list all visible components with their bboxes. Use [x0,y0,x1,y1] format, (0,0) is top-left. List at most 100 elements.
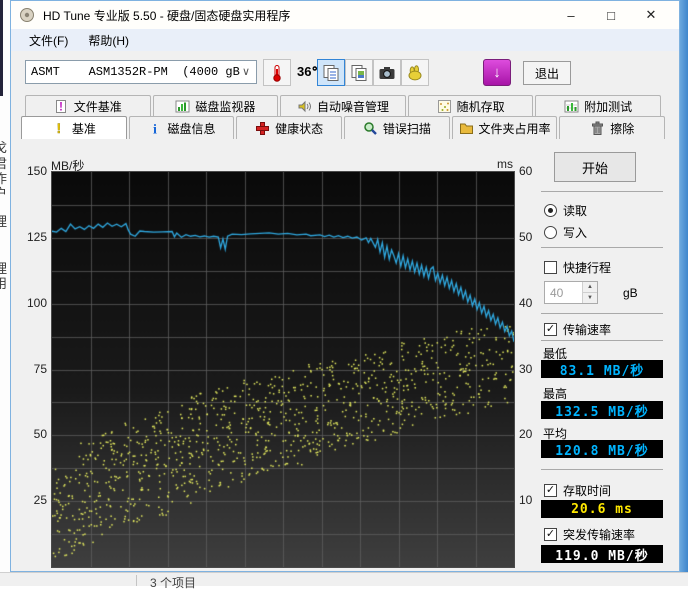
tab-health[interactable]: 健康状态 [236,116,343,139]
separator [541,191,663,192]
tab-auto-acoustic[interactable]: 自动噪音管理 [280,95,406,116]
axis-tick-label: 25 [33,493,47,507]
tab-label: 健康状态 [275,121,324,136]
minimize-button[interactable]: – [551,2,591,28]
copy-text-icon [323,64,339,81]
radio-icon [544,204,557,217]
min-speed-display: 83.1 MB/秒 [541,360,663,379]
checkbox-icon: ✓ [544,323,557,336]
checkbox-label: 存取时间 [563,484,612,498]
separator [541,469,663,470]
update-button[interactable]: ↓ [483,59,511,86]
axis-tick-label: 20 [519,427,533,441]
short-stroke-size-input[interactable]: 40 ▲ ▼ [544,281,598,304]
write-radio[interactable]: 写入 [544,224,587,241]
start-button[interactable]: 开始 [554,152,636,182]
tab-row-secondary: ! 文件基准 磁盘监视器 自动噪音管理 随机存取 附加测试 [25,95,661,116]
disk-monitor-icon [175,99,190,114]
tab-erase[interactable]: 擦除 [559,116,666,139]
checkbox-icon: ✓ [544,528,557,541]
tab-disk-info[interactable]: i 磁盘信息 [128,116,235,139]
benchmark-icon: ! [52,121,67,136]
tab-error-scan[interactable]: 错误扫描 [344,116,450,139]
checkbox-icon [544,261,557,274]
donate-button[interactable] [401,59,429,86]
down-arrow-icon: ↓ [493,64,501,81]
benchmark-chart [51,171,515,568]
svg-text:i: i [153,122,157,136]
info-icon: i [148,121,163,136]
drive-select-value: ASMT ASM1352R-PM (4000 gB) [31,65,242,79]
drive-select-dropdown[interactable]: ASMT ASM1352R-PM (4000 gB) ∨ [25,60,257,84]
background-window-right [680,0,688,586]
extra-tests-icon [564,99,579,114]
background-dark-edge [0,0,3,96]
file-benchmark-icon: ! [54,99,69,114]
copy-report-button[interactable] [317,59,345,86]
tab-random-access[interactable]: 随机存取 [407,95,534,116]
tab-folder-usage[interactable]: 文件夹占用率 [451,116,558,139]
hdtune-window: HD Tune 专业版 5.50 - 硬盘/固态硬盘实用程序 – □ ✕ 文件(… [10,0,680,572]
access-time-checkbox[interactable]: ✓ 存取时间 [544,482,611,499]
statusbar-divider [136,575,137,586]
avg-speed-display: 120.8 MB/秒 [541,440,663,459]
separator [541,247,663,248]
short-stroke-checkbox[interactable]: 快捷行程 [544,259,611,276]
separator [541,340,663,341]
maximize-button[interactable]: □ [591,2,631,28]
tab-extra-tests[interactable]: 附加测试 [535,95,661,116]
thermometer-icon [273,64,281,82]
tab-label: 随机存取 [456,99,505,114]
tab-label: 擦除 [610,121,635,136]
axis-tick-label: 60 [519,164,533,178]
spin-value: 40 [550,285,564,300]
axis-tick-label: 75 [33,362,47,376]
tab-label: 错误扫描 [382,121,431,136]
random-access-icon [437,99,452,114]
radio-icon [544,226,557,239]
tab-benchmark[interactable]: ! 基准 [21,116,127,139]
close-button[interactable]: ✕ [631,2,671,28]
size-unit-label: gB [623,286,638,300]
spin-up-button[interactable]: ▲ [583,282,597,292]
spin-down-button[interactable]: ▼ [583,292,597,303]
tab-label: 磁盘监视器 [195,99,256,114]
axis-tick-label: 10 [519,493,533,507]
window-title: HD Tune 专业版 5.50 - 硬盘/固态硬盘实用程序 [43,8,291,23]
menu-help[interactable]: 帮助(H) [78,29,139,51]
axis-tick-label: 150 [26,164,47,178]
checkbox-label: 突发传输速率 [563,528,636,542]
tab-disk-monitor[interactable]: 磁盘监视器 [152,95,279,116]
menu-bar: 文件(F) 帮助(H) [11,29,679,51]
screenshot-button[interactable] [373,59,401,86]
exit-button[interactable]: 退出 [523,61,571,85]
temperature-button[interactable] [263,59,291,86]
speaker-icon [297,99,312,114]
checkbox-icon: ✓ [544,484,557,497]
max-speed-display: 132.5 MB/秒 [541,401,663,420]
svg-text:!: ! [59,99,63,113]
transfer-rate-checkbox[interactable]: ✓ 传输速率 [544,321,611,338]
magnifier-icon [363,121,378,136]
burst-rate-checkbox[interactable]: ✓ 突发传输速率 [544,526,635,543]
tab-label: 基准 [71,121,96,136]
background-statusbar: 3 个项目 [0,572,688,590]
svg-text:!: ! [56,121,61,136]
checkbox-label: 传输速率 [563,323,612,337]
separator [541,313,663,314]
tab-file-benchmark[interactable]: ! 文件基准 [25,95,151,116]
folder-icon [459,121,474,136]
axis-tick-label: 30 [519,362,533,376]
max-label: 最高 [543,387,568,401]
copy-image-button[interactable] [345,59,373,86]
toolbar: ASMT ASM1352R-PM (4000 gB) ∨ 36℃ ↓ 退出 [11,51,679,93]
menu-file[interactable]: 文件(F) [19,29,78,51]
read-radio[interactable]: 读取 [544,202,587,219]
right-axis-title: ms [497,157,513,171]
trash-icon [590,121,605,136]
tab-label: 文件基准 [73,99,122,114]
statusbar-item-count: 3 个项目 [150,576,197,590]
radio-label: 读取 [563,204,588,218]
background-window-text: 户 [0,186,8,201]
axis-tick-label: 100 [26,296,47,310]
